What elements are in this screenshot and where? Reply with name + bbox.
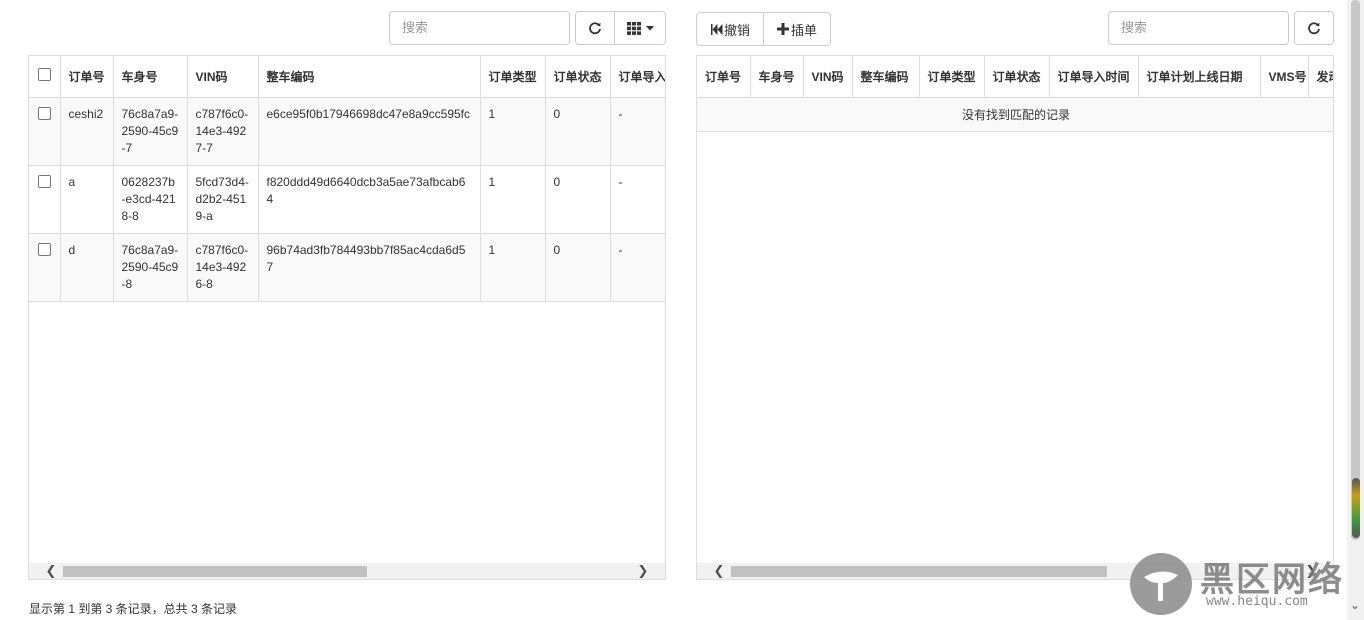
col-header[interactable]: 发动 xyxy=(1307,56,1333,98)
undo-label: 撤销 xyxy=(723,22,750,38)
watermark-url: www.heiqu.com xyxy=(1206,594,1308,609)
cell-order-status: 0 xyxy=(544,97,610,166)
col-header[interactable]: 车身号 xyxy=(749,56,803,98)
table-row[interactable]: a 0628237b-e3cd-4218-8 5fcd73d4-d2b2-451… xyxy=(29,165,665,234)
watermark-logo-shape xyxy=(1144,571,1178,601)
col-header[interactable]: 订单类型 xyxy=(918,56,984,98)
col-header[interactable]: VMS号 xyxy=(1259,56,1308,98)
left-table-container: 订单号 车身号 VIN码 整车编码 订单类型 订单状态 订单导入 ceshi2 … xyxy=(28,55,666,580)
col-header[interactable]: 订单类型 xyxy=(479,56,545,98)
left-search-placeholder: 搜索 xyxy=(402,20,429,35)
left-refresh-button[interactable] xyxy=(575,11,615,45)
pagination-info: 显示第 1 到第 3 条记录，总共 3 条记录 xyxy=(29,602,238,616)
col-header[interactable]: 车身号 xyxy=(112,56,187,98)
watermark-logo-icon xyxy=(1130,553,1192,615)
cell-vehicle-code: e6ce95f0b17946698dc47e8a9cc595fc xyxy=(257,97,480,166)
col-header[interactable]: 订单计划上线日期 xyxy=(1137,56,1260,98)
row-checkbox[interactable] xyxy=(37,174,51,188)
scroll-right-arrow-icon[interactable]: ❯ xyxy=(635,563,651,579)
col-header[interactable]: 订单状态 xyxy=(544,56,610,98)
cell-order-no: d xyxy=(59,233,113,302)
cell-order-type: 1 xyxy=(479,97,545,166)
col-header[interactable]: 订单号 xyxy=(697,56,750,98)
columns-toggle-button[interactable] xyxy=(614,11,666,45)
left-horizontal-scrollbar[interactable]: ❮ ❯ xyxy=(29,563,665,579)
insert-label: 插单 xyxy=(790,22,817,38)
cell-order-type: 1 xyxy=(479,165,545,234)
empty-message-row: 没有找到匹配的记录 xyxy=(697,98,1333,132)
empty-message: 没有找到匹配的记录 xyxy=(961,108,1070,122)
cell-vehicle-code: 96b74ad3fb784493bb7f85ac4cda6d57 xyxy=(257,233,480,302)
col-header[interactable]: VIN码 xyxy=(186,56,258,98)
left-search-input[interactable]: 搜索 xyxy=(389,11,570,45)
grid-icon xyxy=(626,21,641,35)
cell-vin: 5fcd73d4-d2b2-4519-a xyxy=(186,165,258,234)
page-scrollbar-thumb[interactable] xyxy=(1351,0,1360,540)
row-checkbox[interactable] xyxy=(37,242,51,256)
right-table-container: 订单号 车身号 VIN码 整车编码 订单类型 订单状态 订单导入时间 订单计划上… xyxy=(696,55,1334,580)
right-search-input[interactable]: 搜索 xyxy=(1108,11,1289,45)
right-table-header-row: 订单号 车身号 VIN码 整车编码 订单类型 订单状态 订单导入时间 订单计划上… xyxy=(697,56,1333,98)
col-header[interactable]: 订单号 xyxy=(59,56,113,98)
cell-import: - xyxy=(609,97,665,166)
left-table-header-row: 订单号 车身号 VIN码 整车编码 订单类型 订单状态 订单导入 xyxy=(29,56,665,98)
row-checkbox[interactable] xyxy=(37,106,51,120)
cell-import: - xyxy=(609,165,665,234)
left-orders-table: 订单号 车身号 VIN码 整车编码 订单类型 订单状态 订单导入 ceshi2 … xyxy=(29,56,665,302)
chevron-down-icon[interactable]: ⌄ xyxy=(1350,598,1360,612)
right-orders-table: 订单号 车身号 VIN码 整车编码 订单类型 订单状态 订单导入时间 订单计划上… xyxy=(697,56,1333,98)
cell-vin: c787f6c0-14e3-4926-8 xyxy=(186,233,258,302)
col-header[interactable]: 整车编码 xyxy=(257,56,480,98)
col-header[interactable]: 订单导入 xyxy=(609,56,665,98)
cell-order-status: 0 xyxy=(544,165,610,234)
refresh-icon xyxy=(589,22,601,35)
right-refresh-button[interactable] xyxy=(1294,11,1334,45)
cell-order-status: 0 xyxy=(544,233,610,302)
cell-order-type: 1 xyxy=(479,233,545,302)
col-header[interactable]: VIN码 xyxy=(802,56,852,98)
scrollbar-thumb[interactable] xyxy=(63,566,367,577)
col-header[interactable]: 整车编码 xyxy=(851,56,919,98)
cell-body-no: 76c8a7a9-2590-45c9-7 xyxy=(112,97,187,166)
select-all-checkbox[interactable] xyxy=(37,68,51,82)
table-row[interactable]: ceshi2 76c8a7a9-2590-45c9-7 c787f6c0-14e… xyxy=(29,97,665,166)
cell-order-no: ceshi2 xyxy=(59,97,113,166)
cell-order-no: a xyxy=(59,165,113,234)
table-row[interactable]: d 76c8a7a9-2590-45c9-8 c787f6c0-14e3-492… xyxy=(29,233,665,302)
right-search-placeholder: 搜索 xyxy=(1121,20,1148,35)
cell-vin: c787f6c0-14e3-4927-7 xyxy=(186,97,258,166)
insert-order-button[interactable]: 插单 xyxy=(763,12,831,46)
fast-backward-icon xyxy=(710,23,723,35)
refresh-icon xyxy=(1308,22,1320,35)
col-header[interactable]: 订单导入时间 xyxy=(1048,56,1138,98)
undo-button[interactable]: 撤销 xyxy=(696,12,764,46)
scroll-left-arrow-icon[interactable]: ❮ xyxy=(711,563,727,579)
scroll-left-arrow-icon[interactable]: ❮ xyxy=(43,563,59,579)
cell-body-no: 76c8a7a9-2590-45c9-8 xyxy=(112,233,187,302)
caret-down-icon xyxy=(645,25,654,30)
scrollbar-thumb[interactable] xyxy=(731,566,1107,577)
scroll-indicator-icon xyxy=(1352,478,1360,538)
cell-import: - xyxy=(609,233,665,302)
page-vertical-scrollbar[interactable]: ⌄ xyxy=(1347,0,1364,620)
col-header[interactable]: 订单状态 xyxy=(983,56,1049,98)
cell-body-no: 0628237b-e3cd-4218-8 xyxy=(112,165,187,234)
plus-icon xyxy=(776,23,789,35)
cell-vehicle-code: f820ddd49d6640dcb3a5ae73afbcab64 xyxy=(257,165,480,234)
